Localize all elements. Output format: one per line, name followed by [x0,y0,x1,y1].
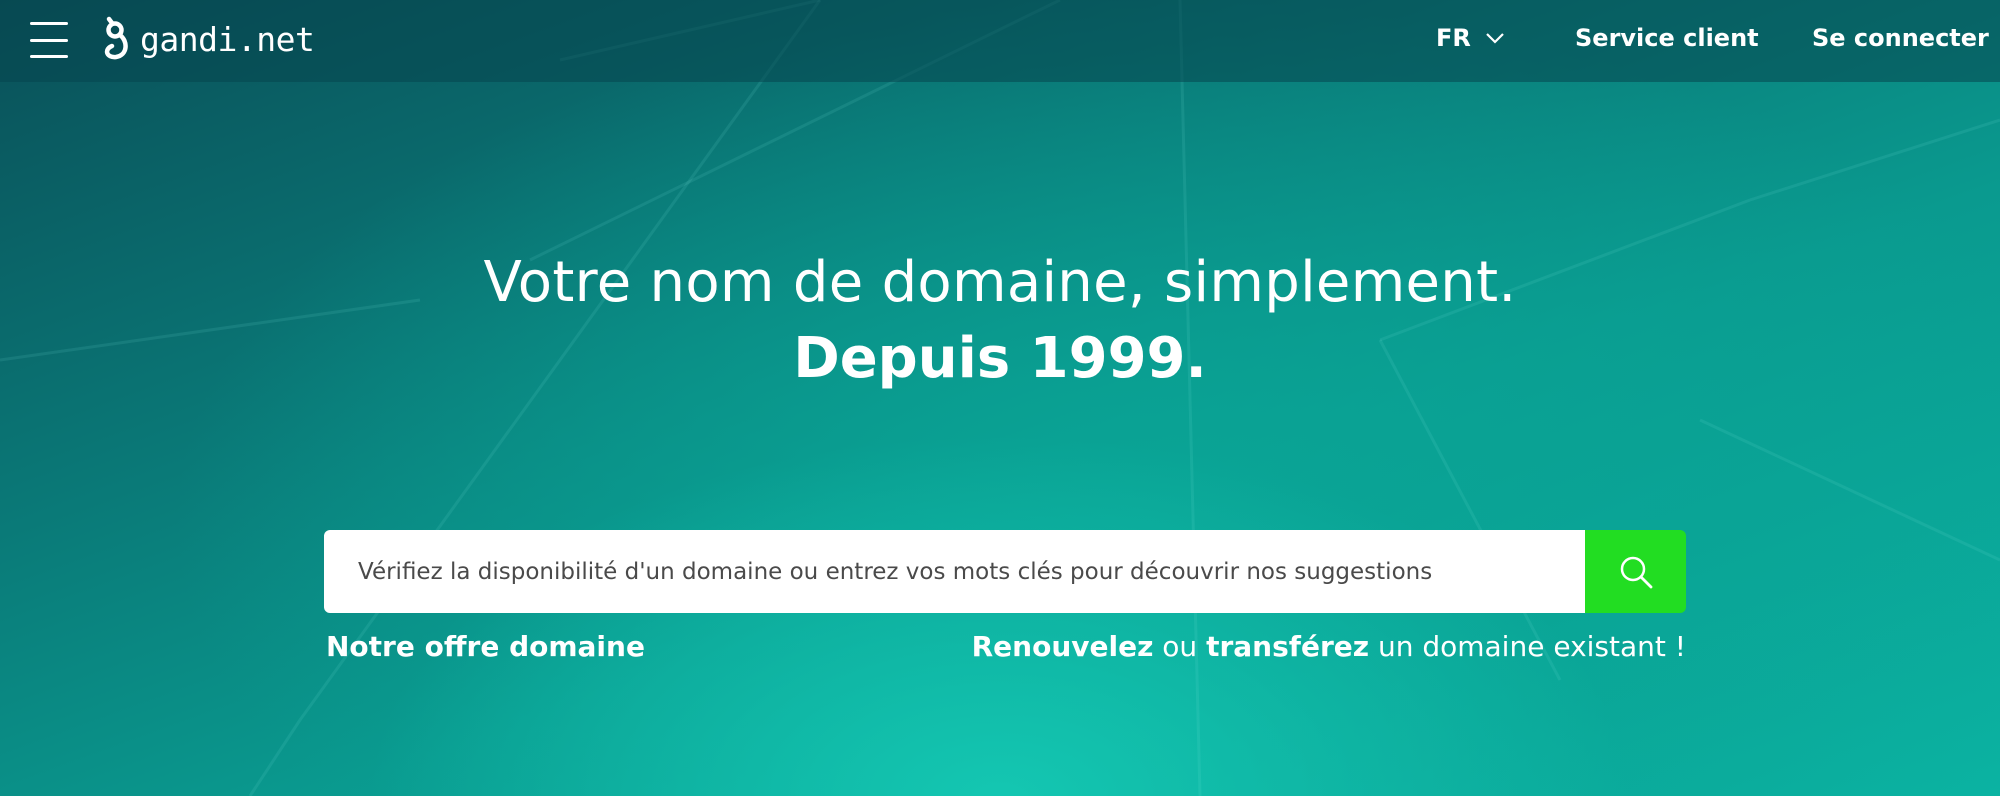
customer-service-link[interactable]: Service client [1575,24,1759,52]
brand-logo[interactable]: gandi.net [100,14,315,64]
language-label: FR [1436,24,1471,52]
domain-search-bar [324,530,1686,613]
domain-offer-link[interactable]: Notre offre domaine [326,630,645,663]
hero-subtitle: Depuis 1999. [793,326,1207,391]
chevron-down-icon [1486,33,1504,44]
hero-title: Votre nom de domaine, simplement. [483,250,1517,315]
renew-transfer-line: Renouvelez ou transférez un domaine exis… [972,630,1686,663]
search-icon [1620,556,1652,588]
language-selector[interactable]: FR [1436,24,1505,52]
or-text: ou [1153,630,1207,663]
menu-icon[interactable] [30,20,68,60]
domain-search-input[interactable] [324,530,1585,613]
top-navigation-bar: gandi.net FR Service client Se connecter [0,0,2000,82]
search-button[interactable] [1585,530,1686,613]
renew-link[interactable]: Renouvelez [972,630,1154,663]
existing-domain-text: un domaine existant ! [1369,630,1686,663]
background-network-lines [0,0,2000,796]
brand-name: gandi.net [140,19,315,59]
transfer-link[interactable]: transférez [1206,630,1369,663]
gandi-logo-icon [104,16,128,60]
login-link[interactable]: Se connecter [1812,24,1989,52]
